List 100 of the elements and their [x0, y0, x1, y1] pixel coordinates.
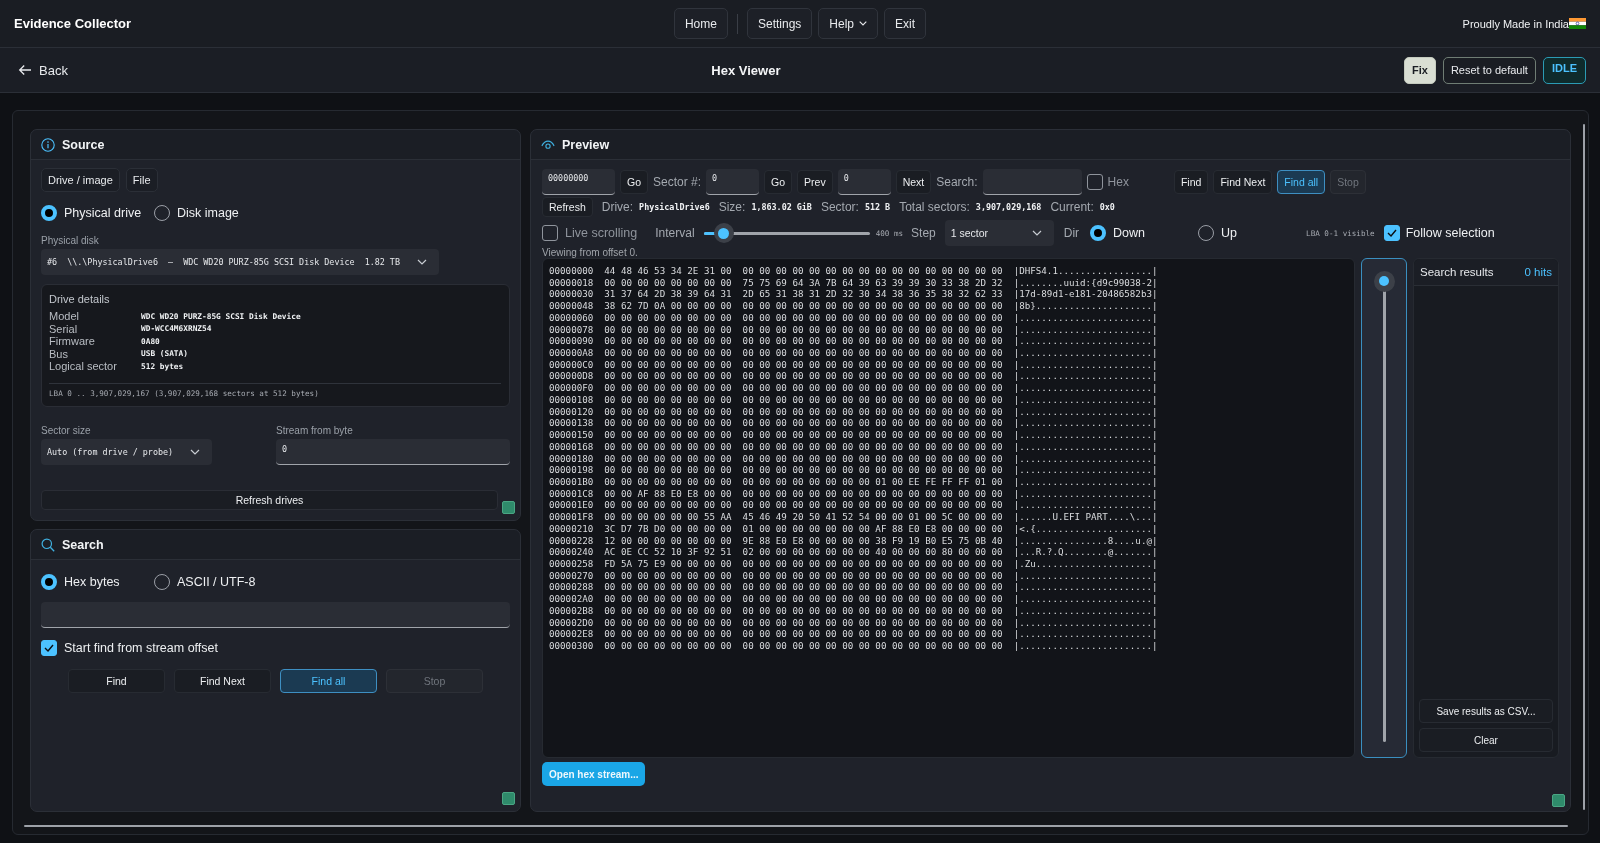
ascii-text: |...R.?.Q........@.......|	[1013, 546, 1158, 558]
hex-bytes: 00 00 AF 88 E0 E8 00 00 00 00 00 00 00 00 00 00 00 00 00 00 00 00 00 00	[604, 487, 1003, 500]
direction-label: Dir	[1063, 226, 1080, 240]
detail-label: Bus	[49, 347, 69, 360]
results-button[interactable]: Save results as CSV...	[1419, 699, 1553, 723]
hex-offset: 000001F8	[549, 511, 594, 523]
radio-button[interactable]	[41, 574, 57, 590]
hex-bytes: 00 00 00 00 00 00 00 00 00 00 00 00 00 00 00 00 00 00 00 00 00 00 00 00	[604, 593, 1003, 605]
offset-field[interactable]: 00000000	[542, 169, 615, 195]
ascii-text: |........................|	[1013, 347, 1158, 359]
refresh-drives-button[interactable]: Refresh drives	[41, 489, 498, 510]
disk-select[interactable]: #6 \\.\PhysicalDrive6 — WDC WD20 PURZ-85G SCSI Disk Device 1.82 TB	[41, 249, 439, 275]
hex-offset: 000001E0	[549, 499, 594, 512]
info-label: Current:	[1050, 200, 1094, 214]
refresh-button[interactable]: Refresh	[542, 197, 593, 217]
search-action-button[interactable]: Find all	[280, 669, 377, 693]
status-text: Viewing from offset 0.	[542, 247, 638, 258]
back-button[interactable]: Back	[18, 59, 68, 81]
square-icon	[1552, 794, 1565, 807]
search-action-button[interactable]: Find Next	[1213, 170, 1273, 194]
tab[interactable]: Drive / image	[41, 168, 120, 192]
flag-icon	[1569, 18, 1586, 29]
radio-button[interactable]	[41, 205, 57, 221]
checkbox[interactable]	[1086, 174, 1103, 190]
hex-bytes: 00 00 00 00 00 00 00 00 00 00 00 00 00 00 00 00 00 00 00 00 00 00 00 00	[604, 440, 1003, 453]
page-field[interactable]: 0	[837, 169, 891, 195]
caret-down-icon	[859, 21, 867, 26]
results-button[interactable]: Clear	[1419, 728, 1553, 752]
chevron-down-icon	[417, 259, 427, 265]
search-action-button[interactable]: Find all	[1277, 170, 1326, 194]
ascii-text: |........................|	[1013, 311, 1158, 324]
hex-bytes: 00 00 00 00 00 00 00 00 00 00 00 00 00 00 00 00 00 00 00 00 00 00 00 00	[604, 370, 1003, 383]
position-slider-track[interactable]	[1361, 258, 1407, 758]
slider-thumb[interactable]	[713, 223, 734, 243]
ascii-text: |........uuid:{d9c99038-2|	[1013, 276, 1158, 289]
ascii-text: |........................|	[1013, 487, 1158, 500]
go-button[interactable]: Go	[620, 170, 648, 194]
hex-offset: 00000120	[549, 405, 594, 418]
horizontal-scrollbar[interactable]	[24, 825, 1568, 827]
hex-bytes: 00 00 00 00 00 00 00 00 00 00 00 00 00 00 00 00 00 00 00 00 00 00 00 00	[604, 452, 1003, 465]
ascii-text: |........................|	[1013, 405, 1158, 418]
sector-size-select[interactable]: Auto (from drive / probe)	[41, 438, 212, 465]
hex-offset: 000002D0	[549, 616, 594, 629]
hex-offset: 000000C0	[549, 358, 594, 371]
hex-offset: 00000090	[549, 335, 594, 348]
results-title: Search results	[1420, 266, 1494, 278]
hex-offset: 00000000	[549, 265, 594, 277]
hex-bytes: 44 48 46 53 34 2E 31 00 00 00 00 00 00 00 00 00 00 00 00 00 00 00 00 00	[604, 265, 1003, 277]
radio-label: Up	[1221, 226, 1238, 240]
step-select[interactable]: 1 sector	[944, 220, 1054, 246]
nav-button[interactable]: Home	[673, 8, 728, 39]
info-value: 0x0	[1099, 202, 1115, 212]
ascii-text: |........................|	[1013, 335, 1158, 348]
status-button[interactable]: IDLE	[1542, 56, 1586, 84]
slider-thumb[interactable]	[1373, 270, 1395, 292]
hex-bytes: 00 00 00 00 00 00 00 00 00 00 00 00 00 00 00 00 00 00 00 00 00 00 00 00	[604, 405, 1003, 418]
checkbox[interactable]	[41, 640, 57, 656]
search-action-button[interactable]: Find	[1173, 170, 1209, 194]
search-input-field[interactable]	[982, 169, 1082, 195]
search-action-button[interactable]: Find Next	[174, 669, 271, 693]
prev-button[interactable]: Prev	[797, 170, 833, 194]
ascii-text: |........................|	[1013, 382, 1158, 394]
hex-bytes: 00 00 00 00 00 00 00 00 00 00 00 00 00 00 00 00 00 00 00 00 00 00 00 00	[604, 358, 1003, 371]
ascii-text: |................8....u.@|	[1013, 534, 1158, 547]
ascii-text: |........................|	[1013, 393, 1158, 406]
hex-offset: 00000150	[549, 429, 594, 441]
toolbar-button[interactable]: Reset to default	[1442, 56, 1536, 84]
hex-offset: 00000198	[549, 464, 594, 476]
hex-bytes: 00 00 00 00 00 00 00 00 00 00 00 00 00 00 00 00 00 00 00 00 00 00 00 00	[604, 604, 1003, 617]
ascii-text: |........................|	[1013, 417, 1158, 430]
toolbar-button[interactable]: Fix	[1403, 56, 1436, 84]
radio-label: Physical drive	[64, 206, 142, 220]
hex-offset: 000000D8	[549, 370, 594, 383]
hex-bytes: 31 37 64 2D 38 39 64 31 2D 65 31 38 31 2D 32 30 34 38 36 35 38 32 62 33	[604, 288, 1003, 301]
tab[interactable]: File	[125, 168, 158, 192]
hex-bytes: 00 00 00 00 00 00 00 00 00 00 00 00 00 00 00 00 01 00 EE FE FF FF 01 00	[604, 475, 1003, 488]
nav-button[interactable]: Settings	[746, 8, 813, 39]
next-button[interactable]: Next	[895, 170, 932, 194]
hex-offset: 00000288	[549, 581, 594, 594]
nav-button[interactable]: Exit	[884, 8, 927, 39]
hex-bytes: 00 00 00 00 00 00 00 00 00 00 00 00 00 00 00 00 00 00 00 00 00 00 00 00	[604, 640, 1003, 652]
panel-title: Source	[62, 137, 105, 152]
search-input-field[interactable]	[41, 602, 510, 628]
checkbox[interactable]	[1383, 225, 1400, 241]
ascii-text: |........................|	[1013, 358, 1158, 371]
radio-button[interactable]	[1090, 225, 1107, 241]
vertical-scrollbar[interactable]	[1583, 124, 1585, 810]
detail-label: Firmware	[49, 335, 96, 348]
go-button[interactable]: Go	[764, 170, 793, 194]
info-value: 1,863.02 GiB	[751, 202, 812, 212]
hex-bytes: 00 00 00 00 00 00 00 00 00 00 00 00 00 00 00 00 00 00 00 00 00 00 00 00	[604, 464, 1003, 476]
sector-field[interactable]: 0	[706, 169, 760, 195]
nav-menu-button[interactable]: Help	[818, 8, 878, 39]
ascii-text: |........................|	[1013, 323, 1158, 336]
stream-offset-field[interactable]: 0	[276, 438, 510, 465]
hex-offset: 00000180	[549, 452, 594, 465]
interval-slider-track[interactable]	[703, 223, 870, 243]
search-action-button[interactable]: Find	[68, 669, 165, 693]
hex-offset: 00000240	[549, 546, 594, 558]
checkbox[interactable]	[542, 225, 558, 241]
